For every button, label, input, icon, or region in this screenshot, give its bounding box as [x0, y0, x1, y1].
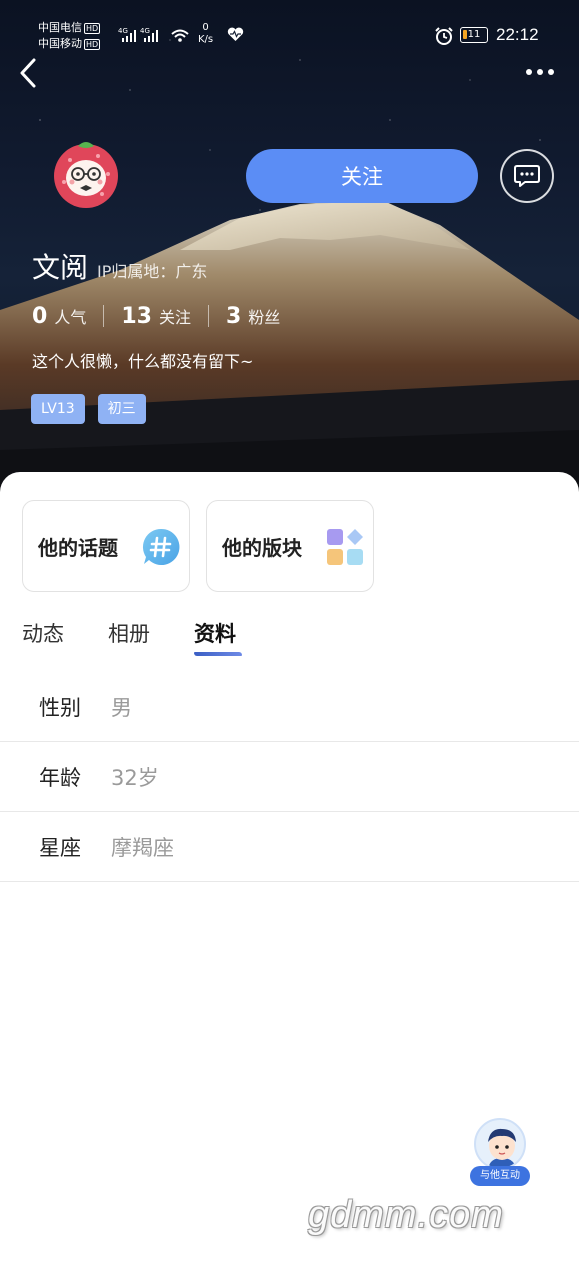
tab-profile-info[interactable]: 资料 [194, 618, 242, 656]
mountain-background-image [0, 199, 579, 500]
heart-health-icon [227, 27, 244, 41]
info-row-age: 年龄 32岁 [0, 742, 579, 812]
info-value: 摩羯座 [111, 835, 174, 860]
user-name: 文阅 [32, 251, 89, 284]
watermark: gdmm.com [308, 1194, 504, 1236]
stat-followers[interactable]: 3 粉丝 [226, 304, 280, 329]
card-label: 他的话题 [38, 535, 118, 560]
his-sections-card[interactable]: 他的版块 [206, 500, 374, 592]
alarm-icon [435, 27, 453, 45]
topic-hash-icon [142, 528, 180, 565]
user-bio: 这个人很懒，什么都没有留下~ [32, 352, 254, 371]
level-badge: LV13 [31, 394, 85, 424]
stat-label: 人气 [54, 307, 87, 327]
carrier-1: 中国电信 [38, 21, 82, 34]
net-speed-value: 0 [202, 22, 209, 33]
ip-location: IP归属地：广东 [97, 262, 208, 281]
info-key: 星座 [39, 835, 81, 860]
chat-bubble-icon [514, 165, 540, 187]
clock: 22:12 [496, 25, 539, 44]
hd-badge: HD [84, 23, 101, 34]
hd-badge: HD [84, 39, 101, 50]
info-row-zodiac: 星座 摩羯座 [0, 812, 579, 882]
interact-with-him-button[interactable]: 与他互动 [470, 1118, 530, 1190]
more-dot-icon [548, 69, 554, 75]
chevron-left-icon [20, 58, 36, 88]
follow-button[interactable]: 关注 [246, 149, 478, 203]
stat-following[interactable]: 13 关注 [121, 304, 191, 329]
more-dot-icon [537, 69, 543, 75]
network-speed: 0 K/s [198, 22, 213, 46]
carrier-info: 中国电信 HD 中国移动 HD [38, 20, 101, 52]
grade-badge: 初三 [97, 394, 146, 424]
svg-text:4G: 4G [140, 27, 150, 35]
battery-level: 11 [467, 29, 481, 40]
profile-stats: 0 人气 13 关注 3 粉丝 [32, 300, 280, 332]
stat-popularity[interactable]: 0 人气 [32, 304, 86, 329]
divider [103, 305, 105, 327]
stat-label: 关注 [158, 307, 191, 327]
back-button[interactable] [14, 56, 44, 90]
stat-value: 3 [225, 303, 242, 329]
battery-icon: 11 [460, 27, 488, 43]
tab-dynamics[interactable]: 动态 [22, 618, 64, 656]
info-key: 性别 [39, 695, 81, 720]
svg-text:4G: 4G [118, 27, 128, 35]
card-label: 他的版块 [222, 535, 302, 560]
boy-avatar-icon [488, 1128, 516, 1168]
profile-info-list: 性别 男 年龄 32岁 星座 摩羯座 [0, 672, 579, 882]
assistant-avatar [474, 1118, 526, 1170]
info-value: 32岁 [111, 765, 159, 790]
feature-cards: 他的话题 他的版块 [22, 500, 374, 592]
net-speed-unit: K/s [198, 34, 214, 45]
interact-label: 与他互动 [470, 1166, 530, 1186]
stat-value: 0 [32, 303, 48, 329]
avatar[interactable] [50, 138, 122, 210]
status-bar: 中国电信 HD 中国移动 HD 4G 4G 0 K/s 11 22:12 [0, 0, 579, 56]
info-key: 年龄 [39, 765, 81, 790]
carrier-2: 中国移动 [38, 37, 82, 50]
signal-icon: 4G 4G [118, 27, 189, 42]
profile-header: 中国电信 HD 中国移动 HD 4G 4G 0 K/s 11 22:12 关注 … [0, 0, 579, 500]
more-dot-icon [526, 69, 532, 75]
divider [207, 305, 209, 327]
more-options-button[interactable] [520, 64, 560, 80]
stat-label: 粉丝 [248, 307, 281, 327]
message-button[interactable] [500, 149, 554, 203]
his-topics-card[interactable]: 他的话题 [22, 500, 190, 592]
section-grid-icon [327, 529, 363, 565]
stat-value: 13 [121, 303, 152, 329]
info-row-gender: 性别 男 [0, 672, 579, 742]
tab-album[interactable]: 相册 [108, 618, 150, 656]
profile-tabs: 动态 相册 资料 [22, 618, 242, 656]
user-tags: LV13 初三 [31, 394, 146, 424]
info-value: 男 [111, 695, 132, 720]
